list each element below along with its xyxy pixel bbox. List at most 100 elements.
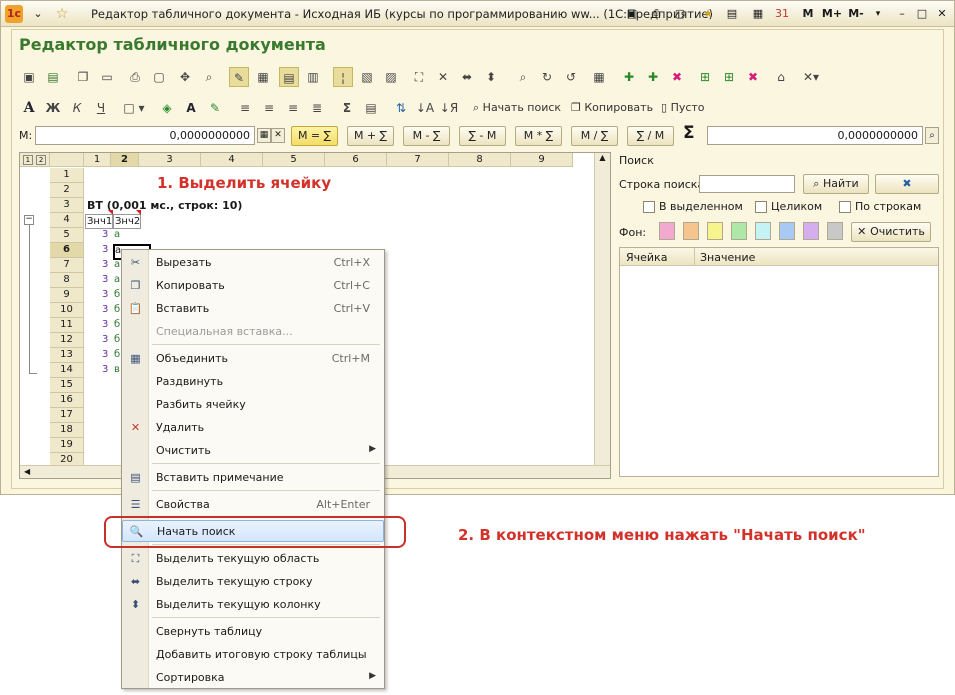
copy-button[interactable]: ❐ Копировать bbox=[571, 98, 653, 118]
insert-cols-icon[interactable]: ⊞ bbox=[719, 67, 739, 87]
column-header-8[interactable]: 8 bbox=[449, 153, 511, 167]
maximize-icon[interactable]: □ bbox=[913, 5, 931, 23]
data-cell-znch1[interactable]: 3 bbox=[102, 228, 108, 243]
row-header-11[interactable]: 11 bbox=[50, 318, 84, 333]
memory-value-field[interactable]: 0,0000000000 bbox=[35, 126, 255, 145]
col-header-cell-1[interactable]: Знч1 bbox=[85, 214, 113, 229]
align-center-icon[interactable]: ≡ bbox=[259, 98, 279, 118]
fill-color-icon[interactable]: ◈ bbox=[157, 98, 177, 118]
memory-plus-button[interactable]: M+ bbox=[821, 5, 843, 23]
empty-button[interactable]: ▯ Пусто bbox=[661, 98, 705, 118]
find-button[interactable]: ⌕ Найти bbox=[803, 174, 869, 194]
search-input[interactable] bbox=[699, 175, 795, 193]
menu-item[interactable]: ❐ Копировать Ctrl+C bbox=[122, 275, 384, 297]
data-cell-znch2[interactable]: б bbox=[114, 348, 120, 363]
menu-item[interactable]: Очистить ▶ bbox=[122, 440, 384, 462]
menu-item[interactable]: ⬌ Выделить текущую строку bbox=[122, 571, 384, 593]
close-icon[interactable]: ✕ bbox=[933, 5, 951, 23]
bg-color-swatch[interactable] bbox=[827, 222, 843, 240]
more-icon[interactable]: ▾ bbox=[869, 5, 887, 23]
edit-mode-icon[interactable]: ✎ bbox=[229, 67, 249, 87]
zoom-page-icon[interactable]: ⌕ bbox=[199, 67, 219, 87]
close-toolbar-icon[interactable]: ✕▾ bbox=[801, 67, 821, 87]
print-icon[interactable]: ⎙ bbox=[125, 67, 145, 87]
copy-icon[interactable]: ❐ bbox=[73, 67, 93, 87]
page-view-icon[interactable]: ▥ bbox=[303, 67, 323, 87]
m-minus-sum-button[interactable]: M - ∑ bbox=[403, 126, 450, 146]
bold-icon[interactable]: Ж bbox=[43, 98, 63, 118]
save-icon[interactable]: ▣ bbox=[623, 5, 641, 23]
delete-row-icon[interactable]: ✖ bbox=[667, 67, 687, 87]
data-cell-znch1[interactable]: 3 bbox=[102, 288, 108, 303]
favorite-icon[interactable]: ★ bbox=[699, 5, 717, 23]
history-icon[interactable]: ▤ bbox=[723, 5, 741, 23]
row-header-19[interactable]: 19 bbox=[50, 438, 84, 453]
menu-item[interactable]: ✕ Удалить bbox=[122, 417, 384, 439]
clear-memory-icon[interactable]: ✕ bbox=[271, 128, 285, 143]
row-header-13[interactable]: 13 bbox=[50, 348, 84, 363]
data-cell-znch1[interactable]: 3 bbox=[102, 333, 108, 348]
border-icon[interactable]: □ ▾ bbox=[119, 98, 149, 118]
preview-icon[interactable]: ▢ bbox=[149, 67, 169, 87]
sum-search-icon[interactable]: ⌕ bbox=[925, 127, 939, 144]
star-icon[interactable]: ☆ bbox=[53, 5, 71, 23]
bg-color-swatch[interactable] bbox=[755, 222, 771, 240]
column-header-9[interactable]: 9 bbox=[511, 153, 573, 167]
properties-icon[interactable]: ▨ bbox=[381, 67, 401, 87]
select-column-icon[interactable]: ⬍ bbox=[481, 67, 501, 87]
data-cell-znch2[interactable]: в bbox=[114, 363, 120, 378]
menu-item[interactable]: Сортировка ▶ bbox=[122, 667, 384, 689]
sort-desc-icon[interactable]: ↓Я bbox=[439, 98, 459, 118]
column-header-4[interactable]: 4 bbox=[201, 153, 263, 167]
merge-icon[interactable]: ▦ bbox=[589, 67, 609, 87]
col-value-header[interactable]: Значение bbox=[700, 251, 755, 264]
menu-item[interactable]: Добавить итоговую строку таблицы bbox=[122, 644, 384, 666]
scroll-up-icon[interactable]: ▲ bbox=[595, 153, 610, 162]
sum-cells-icon[interactable]: ▤ bbox=[361, 98, 381, 118]
column-header-3[interactable]: 3 bbox=[139, 153, 201, 167]
whole-checkbox[interactable] bbox=[755, 201, 767, 213]
menu-item[interactable]: 📋 Вставить Ctrl+V bbox=[122, 298, 384, 320]
data-cell-znch1[interactable]: 3 bbox=[102, 363, 108, 378]
level-1-button[interactable]: 1 bbox=[22, 155, 33, 165]
row-header-14[interactable]: 14 bbox=[50, 363, 84, 378]
paste-icon[interactable]: ▭ bbox=[97, 67, 117, 87]
vertical-scrollbar[interactable]: ▲ bbox=[594, 153, 610, 465]
insert-row-icon[interactable]: ✚ bbox=[619, 67, 639, 87]
minimize-icon[interactable]: – bbox=[893, 5, 911, 23]
bg-color-swatch[interactable] bbox=[731, 222, 747, 240]
column-header-1[interactable]: 1 bbox=[84, 153, 111, 167]
data-cell-znch1[interactable]: 3 bbox=[102, 318, 108, 333]
row-header-3[interactable]: 3 bbox=[50, 198, 84, 213]
clear-bg-button[interactable]: ✕ Очистить bbox=[851, 222, 931, 242]
calendar-icon[interactable]: 31 bbox=[773, 5, 791, 23]
find-next-icon[interactable]: ↻ bbox=[537, 67, 557, 87]
align-left-icon[interactable]: ≡ bbox=[235, 98, 255, 118]
bg-color-swatch[interactable] bbox=[659, 222, 675, 240]
row-header-10[interactable]: 10 bbox=[50, 303, 84, 318]
calculator-icon[interactable]: ▦ bbox=[257, 128, 271, 143]
highlight-icon[interactable]: ✎ bbox=[205, 98, 225, 118]
col-cell-header[interactable]: Ячейка bbox=[626, 251, 667, 264]
row-header-2[interactable]: 2 bbox=[50, 183, 84, 198]
row-header-6[interactable]: 6 bbox=[50, 243, 84, 258]
align-right-icon[interactable]: ≡ bbox=[283, 98, 303, 118]
row-header-7[interactable]: 7 bbox=[50, 258, 84, 273]
memory-m-button[interactable]: M bbox=[799, 5, 817, 23]
data-cell-znch1[interactable]: 3 bbox=[102, 348, 108, 363]
1c-logo-icon[interactable]: 1с bbox=[5, 5, 23, 23]
data-cell-znch2[interactable]: б bbox=[114, 303, 120, 318]
row-header-8[interactable]: 8 bbox=[50, 273, 84, 288]
data-cell-znch2[interactable]: б bbox=[114, 288, 120, 303]
move-icon[interactable]: ✥ bbox=[175, 67, 195, 87]
underline-icon[interactable]: Ч bbox=[91, 98, 111, 118]
collapse-group-icon[interactable]: − bbox=[24, 215, 34, 225]
menu-item[interactable]: Специальная вставка... bbox=[122, 321, 384, 343]
text-color-icon[interactable]: A bbox=[181, 98, 201, 118]
row-header-5[interactable]: 5 bbox=[50, 228, 84, 243]
layout-icon[interactable]: ▧ bbox=[357, 67, 377, 87]
column-header-6[interactable]: 6 bbox=[325, 153, 387, 167]
bg-color-swatch[interactable] bbox=[707, 222, 723, 240]
sum-icon[interactable]: Σ bbox=[337, 98, 357, 118]
sort-icon[interactable]: ⇅ bbox=[391, 98, 411, 118]
